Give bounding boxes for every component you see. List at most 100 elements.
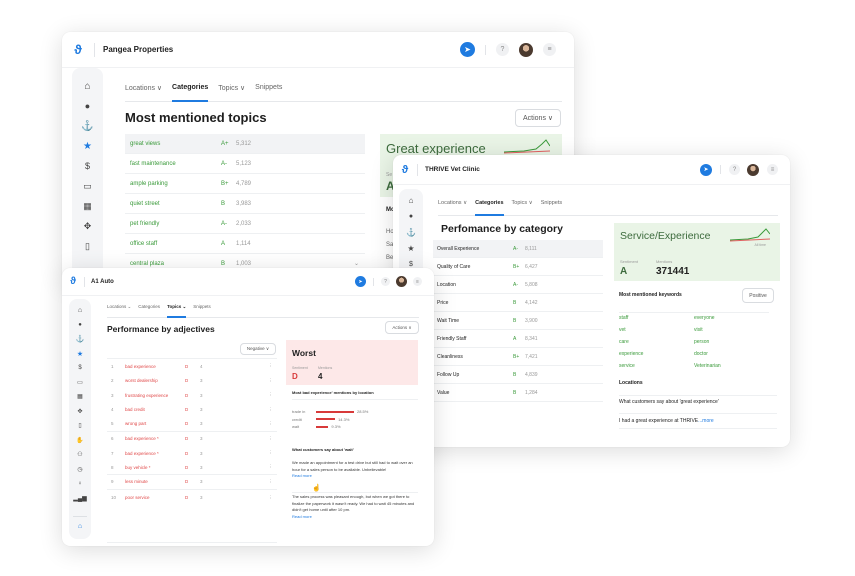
home-icon[interactable]: ⌂ (84, 82, 90, 102)
calendar-icon[interactable]: ▭ (83, 182, 92, 202)
document-icon[interactable]: ▯ (85, 242, 90, 262)
table-row[interactable]: Cleanliness B+ 7,421 (433, 348, 603, 366)
table-row[interactable]: 1 bad experience D 4 ⋮ (107, 359, 277, 374)
table-row[interactable]: Price B 4,142 (433, 294, 603, 312)
chat-icon[interactable]: ● (409, 213, 413, 229)
more-vert-icon[interactable]: ⋮ (269, 363, 278, 369)
star-icon[interactable]: ★ (407, 245, 414, 261)
more-vert-icon[interactable]: ⋮ (269, 378, 278, 384)
help-icon[interactable]: ? (729, 164, 740, 175)
avatar[interactable] (747, 163, 759, 176)
table-row[interactable]: 7 bad experience * D 3 ⋮ (107, 446, 277, 461)
grid-icon[interactable]: ▦ (77, 394, 83, 409)
brand-logo-icon[interactable]: ϑ (62, 42, 94, 57)
keyword[interactable]: staff (619, 315, 694, 321)
chat-icon[interactable]: ● (85, 102, 90, 122)
bar-chart-icon[interactable]: ▂▄▆ (73, 496, 86, 511)
table-row[interactable]: Friendly Staff A 8,341 (433, 330, 603, 348)
grid-icon[interactable]: ▦ (83, 202, 92, 222)
table-row[interactable]: 3 frustrating experience D 3 ⋮ (107, 388, 277, 403)
send-icon[interactable]: ➤ (700, 163, 712, 176)
send-icon[interactable]: ➤ (355, 276, 366, 287)
dollar-icon[interactable]: $ (78, 365, 81, 380)
network-icon[interactable]: ✥ (77, 409, 82, 424)
tab-locations[interactable]: Locations ∨ (438, 200, 467, 215)
actions-dropdown[interactable]: Actions ∨ (515, 109, 561, 127)
avatar[interactable] (519, 42, 533, 57)
tab-topics[interactable]: Topics ⌄ (167, 304, 187, 318)
table-row[interactable]: office staff A 1,114 (125, 234, 365, 254)
brand-logo-icon[interactable]: ϑ (393, 164, 417, 176)
star-icon[interactable]: ★ (83, 142, 92, 162)
home-icon[interactable]: ⌂ (409, 197, 414, 213)
tab-categories[interactable]: Categories (475, 200, 504, 216)
table-row[interactable]: Overall Experience A- 8,111 (433, 240, 603, 258)
table-row[interactable]: Wait Time B 3,900 (433, 312, 603, 330)
anchor-icon[interactable]: ⚓ (406, 229, 416, 245)
table-row[interactable]: ample parking B+ 4,789 (125, 174, 365, 194)
calendar-icon[interactable]: ▭ (77, 380, 83, 395)
anchor-icon[interactable]: ⚓ (76, 336, 85, 351)
table-row[interactable]: 8 buy vehicle * D 3 ⋮ (107, 461, 277, 475)
menu-icon[interactable]: ≡ (413, 277, 422, 286)
table-row[interactable]: 6 bad experience * D 3 ⋮ (107, 432, 277, 447)
home-alt-icon[interactable]: ⌂ (78, 523, 82, 530)
more-vert-icon[interactable]: ⋮ (269, 479, 278, 485)
network-icon[interactable]: ✥ (84, 222, 92, 242)
positive-filter-dropdown[interactable]: Positive (742, 288, 774, 303)
chat-icon[interactable]: ● (78, 322, 82, 337)
dollar-icon[interactable]: $ (85, 162, 90, 182)
tab-locations[interactable]: Locations ⌄ (107, 304, 131, 317)
table-row[interactable]: Follow Up B 4,839 (433, 366, 603, 384)
tab-locations[interactable]: Locations ∨ (125, 84, 162, 101)
keyword[interactable]: visit (694, 327, 769, 333)
expand-chevron-icon[interactable]: ⌄ (354, 260, 365, 267)
tab-snippets[interactable]: Snippets (541, 200, 562, 215)
table-row[interactable]: 9 less minute D 3 ⋮ (107, 475, 277, 490)
table-row[interactable]: fast maintenance A- 5,123 (125, 154, 365, 174)
actions-dropdown[interactable]: Actions ∨ (385, 321, 419, 334)
help-icon[interactable]: ? (496, 43, 509, 56)
tab-categories[interactable]: Categories (138, 304, 160, 317)
tab-snippets[interactable]: Snippets (255, 84, 282, 101)
table-row[interactable]: Value B 1,284 (433, 384, 603, 402)
more-vert-icon[interactable]: ⋮ (269, 436, 278, 442)
table-row[interactable]: quiet street B 3,983 (125, 194, 365, 214)
keyword[interactable]: care (619, 339, 694, 345)
send-icon[interactable]: ➤ (460, 42, 475, 57)
tab-snippets[interactable]: Snippets (193, 304, 211, 317)
keyword[interactable]: experience (619, 351, 694, 357)
document-icon[interactable]: ▯ (78, 423, 81, 438)
keyword[interactable]: vet (619, 327, 694, 333)
snippet-more-link[interactable]: ...more (698, 418, 714, 424)
avatar[interactable] (396, 276, 407, 287)
more-vert-icon[interactable]: ⋮ (269, 450, 278, 456)
table-row[interactable]: Quality of Care B+ 6,427 (433, 258, 603, 276)
keyword[interactable]: Veterinarian (694, 363, 769, 369)
clock-icon[interactable]: ◷ (77, 467, 82, 482)
menu-icon[interactable]: ≡ (543, 43, 556, 56)
bulb-icon[interactable]: ♀ (78, 481, 83, 496)
table-row[interactable]: 2 worst dealership D 3 ⋮ (107, 374, 277, 389)
keyword[interactable]: doctor (694, 351, 769, 357)
more-vert-icon[interactable]: ⋮ (269, 495, 278, 501)
table-row[interactable]: 10 poor service D 3 ⋮ (107, 490, 277, 506)
brand-logo-icon[interactable]: ϑ (62, 276, 84, 287)
home-icon[interactable]: ⌂ (78, 307, 82, 322)
table-row[interactable]: 5 wrong part D 3 ⋮ (107, 417, 277, 432)
read-more-link[interactable]: Read more (292, 473, 418, 480)
table-row[interactable]: pet friendly A- 2,033 (125, 214, 365, 234)
people-icon[interactable]: ⚇ (77, 452, 82, 467)
keyword[interactable]: person (694, 339, 769, 345)
negative-filter-dropdown[interactable]: Negative ∨ (240, 343, 276, 355)
tab-topics[interactable]: Topics ∨ (512, 200, 533, 215)
more-vert-icon[interactable]: ⋮ (269, 392, 278, 398)
hand-icon[interactable]: ✋ (76, 438, 83, 453)
more-vert-icon[interactable]: ⋮ (269, 421, 278, 427)
read-more-link[interactable]: Read more (292, 514, 418, 521)
table-row[interactable]: Location A- 5,808 (433, 276, 603, 294)
table-row[interactable]: 4 bad credit D 3 ⋮ (107, 403, 277, 418)
tab-topics[interactable]: Topics ∨ (218, 84, 245, 101)
keyword[interactable]: service (619, 363, 694, 369)
keyword[interactable]: everyone (694, 315, 769, 321)
